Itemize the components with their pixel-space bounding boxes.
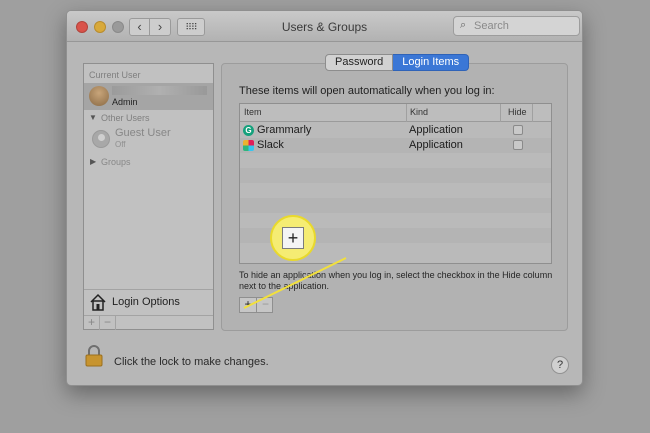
column-header-item[interactable]: Item [244, 107, 262, 117]
column-divider [532, 104, 533, 122]
item-kind: Application [409, 124, 463, 136]
table-row[interactable]: Slack Application [240, 138, 551, 153]
search-field[interactable]: ⌕ Search [453, 16, 580, 36]
remove-user-button[interactable]: − [100, 316, 116, 330]
guest-avatar-icon [92, 130, 110, 148]
column-divider [406, 104, 407, 122]
disclosure-closed-icon[interactable]: ▶ [90, 157, 96, 166]
current-user-row[interactable]: Admin [84, 83, 213, 110]
current-user-header: Current User [89, 70, 141, 80]
callout-pointer-line [243, 257, 347, 309]
avatar [89, 86, 109, 106]
column-header-hide[interactable]: Hide [508, 107, 527, 117]
empty-row [240, 198, 551, 213]
search-icon: ⌕ [460, 19, 467, 31]
login-options-row[interactable]: Login Options [84, 289, 213, 314]
empty-row [240, 183, 551, 198]
empty-row [240, 168, 551, 183]
table-header: Item Kind Hide [240, 104, 551, 122]
tab-password[interactable]: Password [325, 54, 394, 71]
empty-row [240, 153, 551, 168]
disclosure-open-icon[interactable]: ▼ [89, 113, 97, 122]
login-options-label: Login Options [112, 296, 180, 308]
slack-icon [243, 140, 254, 151]
add-user-button[interactable]: + [84, 316, 100, 330]
lock-message: Click the lock to make changes. [114, 356, 269, 368]
user-list-sidebar: Current User Admin ▼ Other Users Guest U… [83, 63, 214, 330]
help-button[interactable]: ? [551, 356, 569, 374]
guest-user-status: Off [115, 140, 126, 149]
groups-header: Groups [101, 157, 131, 167]
lock-icon[interactable] [85, 345, 103, 367]
hide-checkbox[interactable] [513, 125, 523, 135]
title-bar: ‹ › ⠿⠿ Users & Groups ⌕ Search [67, 11, 582, 42]
tab-login-items[interactable]: Login Items [393, 54, 470, 71]
hide-checkbox[interactable] [513, 140, 523, 150]
search-placeholder: Search [474, 20, 509, 32]
sidebar-add-remove-bar: + − [84, 315, 213, 330]
item-name: Slack [257, 139, 284, 151]
item-name: Grammarly [257, 124, 312, 136]
callout-highlight: + [270, 215, 316, 261]
current-user-role: Admin [112, 97, 138, 107]
grammarly-icon: G [243, 125, 254, 136]
column-divider [500, 104, 501, 122]
panel-description: These items will open automatically when… [239, 85, 495, 97]
redacted-user-name [112, 86, 207, 95]
tab-bar: Password Login Items [325, 54, 470, 71]
users-groups-window: ‹ › ⠿⠿ Users & Groups ⌕ Search Current U… [66, 10, 583, 386]
guest-user-name[interactable]: Guest User [115, 127, 171, 139]
column-header-kind[interactable]: Kind [410, 107, 428, 117]
other-users-header: Other Users [101, 113, 150, 123]
house-icon [90, 293, 106, 311]
item-kind: Application [409, 139, 463, 151]
table-row[interactable]: G Grammarly Application [240, 123, 551, 138]
magnified-add-button: + [282, 227, 304, 249]
